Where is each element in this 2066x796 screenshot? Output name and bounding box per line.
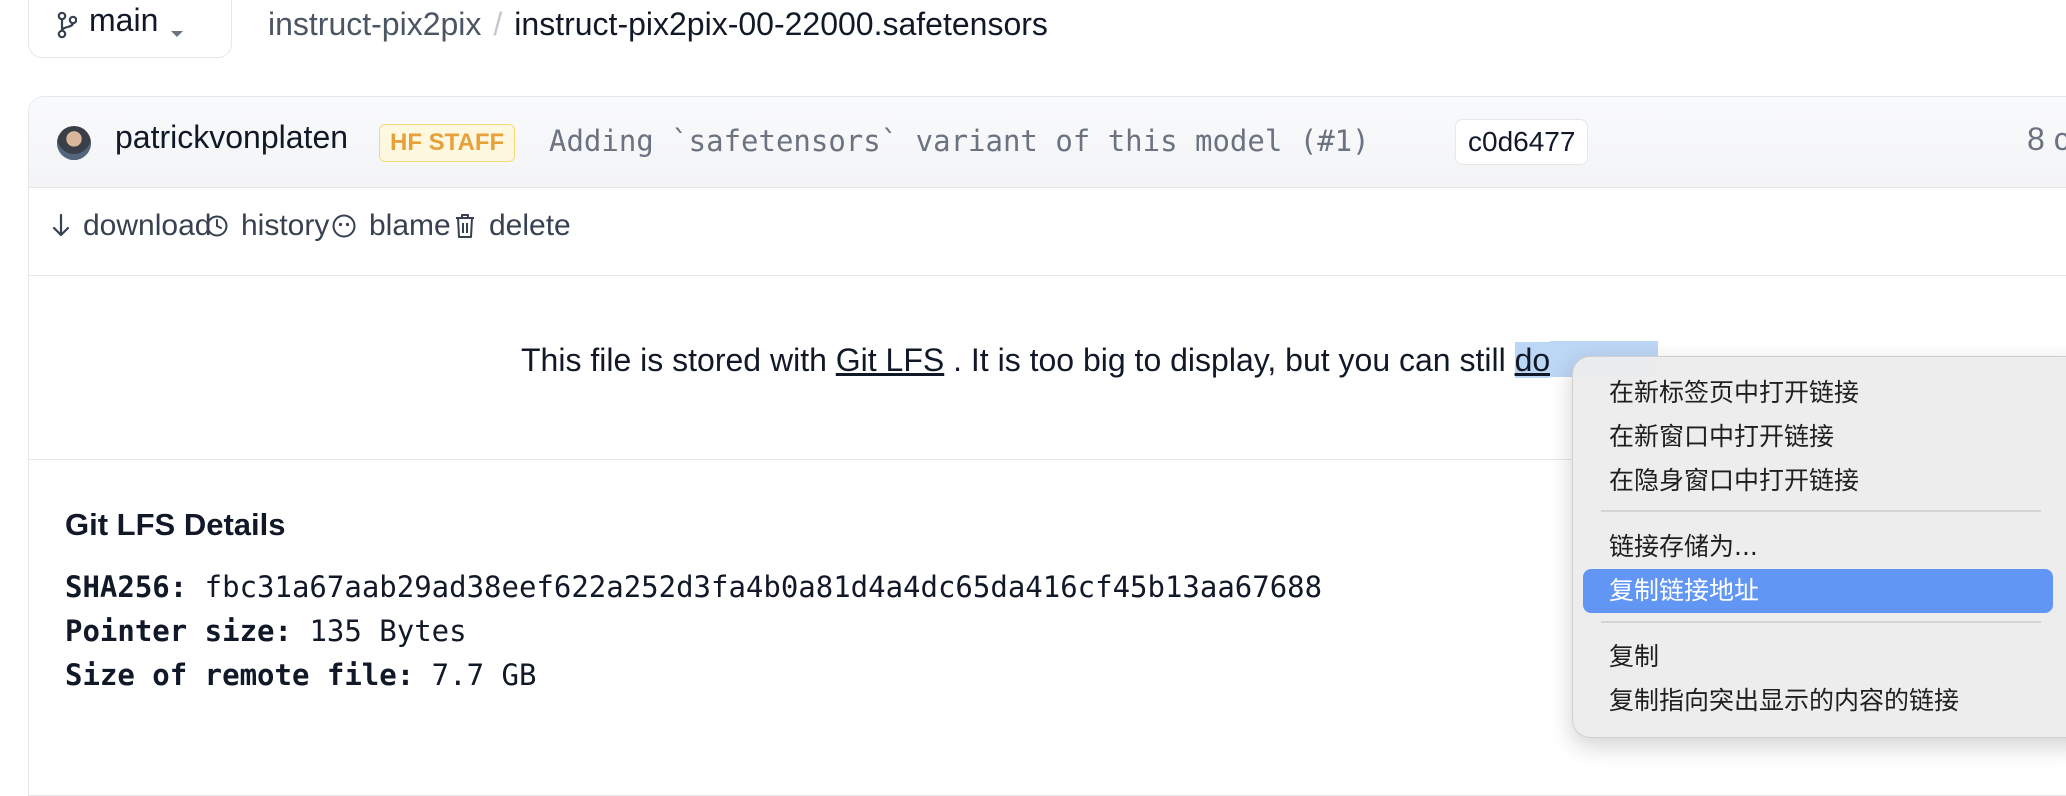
remote-size-label: Size of remote file:	[65, 658, 415, 692]
sha256-row: SHA256: fbc31a67aab29ad38eef622a252d3fa4…	[65, 565, 1322, 609]
history-label: history	[241, 209, 330, 242]
download-button[interactable]: download	[51, 209, 211, 243]
menu-open-incognito[interactable]: 在隐身窗口中打开链接	[1583, 459, 2053, 503]
menu-open-new-window[interactable]: 在新窗口中打开链接	[1583, 415, 2053, 459]
menu-separator	[1601, 621, 2041, 623]
menu-copy[interactable]: 复制	[1583, 635, 2053, 679]
blame-label: blame	[369, 209, 451, 242]
breadcrumb-repo-link[interactable]: instruct-pix2pix	[268, 6, 481, 43]
breadcrumb: instruct-pix2pix / instruct-pix2pix-00-2…	[268, 2, 1048, 46]
branch-name: main	[89, 2, 159, 38]
delete-label: delete	[489, 209, 571, 242]
commit-time: 8 c	[2027, 121, 2066, 157]
notice-prefix: This file is stored with	[521, 342, 836, 378]
face-icon	[332, 214, 356, 238]
history-button[interactable]: history	[205, 209, 329, 243]
breadcrumb-file-name: instruct-pix2pix-00-22000.safetensors	[514, 5, 1048, 42]
breadcrumb-separator: /	[493, 5, 503, 42]
remote-size-row: Size of remote file: 7.7 GB	[65, 653, 1322, 697]
remote-size-value: 7.7 GB	[414, 658, 537, 692]
lfs-notice-text: This file is stored with Git LFS . It is…	[521, 341, 1659, 379]
trash-icon	[456, 214, 474, 238]
pointer-size-label: Pointer size:	[65, 614, 292, 648]
branch-selector[interactable]: main	[28, 0, 232, 58]
commit-sha-link[interactable]: c0d6477	[1455, 119, 1589, 165]
pointer-size-value: 135 Bytes	[291, 614, 467, 648]
sha256-label: SHA256:	[65, 570, 188, 604]
blame-button[interactable]: blame	[331, 209, 451, 243]
git-branch-icon	[57, 11, 77, 39]
menu-open-new-tab[interactable]: 在新标签页中打开链接	[1583, 371, 2053, 415]
menu-copy-link-address[interactable]: 复制链接地址	[1583, 569, 2053, 613]
menu-copy-link-to-highlight[interactable]: 复制指向突出显示的内容的链接	[1583, 679, 2053, 723]
arrow-down-icon	[52, 213, 70, 237]
git-lfs-link[interactable]: Git LFS	[836, 342, 944, 378]
last-commit-row: patrickvonplaten HF STAFF Adding `safete…	[29, 97, 2066, 188]
clock-icon	[206, 215, 228, 237]
hf-staff-badge: HF STAFF	[379, 124, 516, 162]
lfs-details-title: Git LFS Details	[65, 507, 286, 542]
notice-middle: . It is too big to display, but you can …	[944, 342, 1515, 378]
download-link[interactable]: do	[1514, 342, 1551, 378]
commit-message-link[interactable]: Adding `safetensors` variant of this mod…	[549, 124, 1370, 158]
sha256-value: fbc31a67aab29ad38eef622a252d3fa4b0a81d4a…	[187, 570, 1323, 604]
commit-author-link[interactable]: patrickvonplaten	[115, 119, 348, 156]
caret-down-icon	[171, 31, 184, 37]
menu-separator	[1601, 510, 2041, 512]
context-menu: 在新标签页中打开链接 在新窗口中打开链接 在隐身窗口中打开链接 链接存储为...…	[1572, 356, 2066, 738]
avatar[interactable]	[57, 126, 91, 160]
file-actions-bar: download history blame delete	[29, 187, 2066, 276]
lfs-details: Git LFS Details SHA256: fbc31a67aab29ad3…	[65, 507, 1322, 697]
pointer-size-row: Pointer size: 135 Bytes	[65, 609, 1322, 653]
menu-save-link-as[interactable]: 链接存储为...	[1583, 525, 2053, 569]
delete-button[interactable]: delete	[453, 209, 571, 243]
download-label: download	[83, 209, 212, 242]
